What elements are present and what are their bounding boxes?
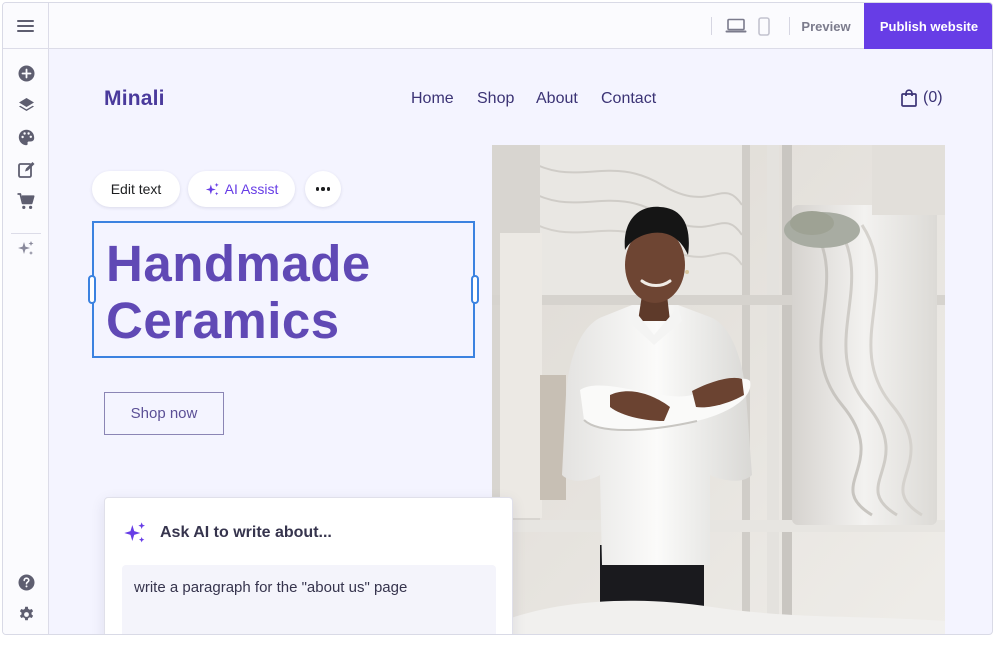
gear-icon — [19, 606, 33, 620]
hero-heading-line2: Ceramics — [106, 292, 340, 349]
nav-link-about[interactable]: About — [536, 90, 578, 108]
theme-button[interactable] — [17, 128, 35, 146]
website-builder-window: Preview Publish website Minali Home Shop… — [2, 2, 993, 635]
laptop-icon — [725, 18, 747, 33]
hero-image[interactable] — [492, 145, 945, 634]
more-options-button[interactable] — [305, 171, 341, 207]
hero-heading[interactable]: Handmade Ceramics — [106, 235, 371, 349]
ceramic-artist-photo — [492, 145, 945, 634]
ai-assist-button[interactable]: AI Assist — [188, 171, 295, 207]
publish-website-button[interactable]: Publish website — [864, 3, 992, 49]
add-element-button[interactable] — [17, 64, 35, 82]
sparkles-icon — [205, 182, 219, 195]
pages-button[interactable] — [17, 160, 35, 178]
menu-button[interactable] — [3, 3, 49, 49]
palette-icon — [18, 129, 34, 145]
ai-tools-button[interactable] — [17, 240, 35, 258]
help-icon — [18, 574, 34, 590]
shopping-bag-icon — [901, 89, 917, 107]
sidebar-divider — [11, 233, 41, 234]
edit-page-icon — [17, 161, 34, 178]
shop-now-button[interactable]: Shop now — [104, 392, 224, 435]
sparkles-icon — [18, 241, 34, 255]
mobile-icon — [758, 16, 770, 36]
layers-icon — [18, 97, 34, 111]
desktop-view-button[interactable] — [723, 15, 749, 37]
site-logo[interactable]: Minali — [104, 87, 165, 111]
toolbar-divider — [711, 17, 712, 35]
selected-heading-block[interactable]: Handmade Ceramics — [88, 221, 479, 358]
ai-prompt-input[interactable]: write a paragraph for the "about us" pag… — [122, 565, 496, 634]
ai-assist-label: AI Assist — [224, 181, 279, 197]
top-toolbar: Preview Publish website — [3, 3, 992, 49]
store-button[interactable] — [17, 192, 35, 210]
sparkles-icon — [124, 522, 145, 543]
cart-link[interactable]: (0) — [901, 89, 943, 107]
settings-button[interactable] — [17, 605, 35, 623]
hamburger-icon — [17, 20, 34, 32]
preview-button[interactable]: Preview — [789, 3, 863, 49]
ai-prompt-card: Ask AI to write about... write a paragra… — [104, 497, 513, 634]
edit-text-button[interactable]: Edit text — [92, 171, 180, 207]
resize-handle-right[interactable] — [471, 275, 479, 304]
cart-count: (0) — [923, 89, 943, 106]
help-button[interactable] — [17, 573, 35, 591]
nav-link-home[interactable]: Home — [411, 90, 454, 108]
nav-link-shop[interactable]: Shop — [477, 90, 514, 108]
layers-button[interactable] — [17, 96, 35, 114]
resize-handle-left[interactable] — [88, 275, 96, 304]
cart-icon — [17, 192, 35, 209]
nav-link-contact[interactable]: Contact — [601, 90, 656, 108]
hero-heading-line1: Handmade — [106, 235, 371, 292]
more-dots-icon — [315, 187, 331, 191]
plus-circle-icon — [18, 65, 34, 81]
mobile-view-button[interactable] — [755, 15, 773, 37]
ai-prompt-title: Ask AI to write about... — [160, 524, 332, 541]
left-sidebar — [3, 49, 49, 634]
